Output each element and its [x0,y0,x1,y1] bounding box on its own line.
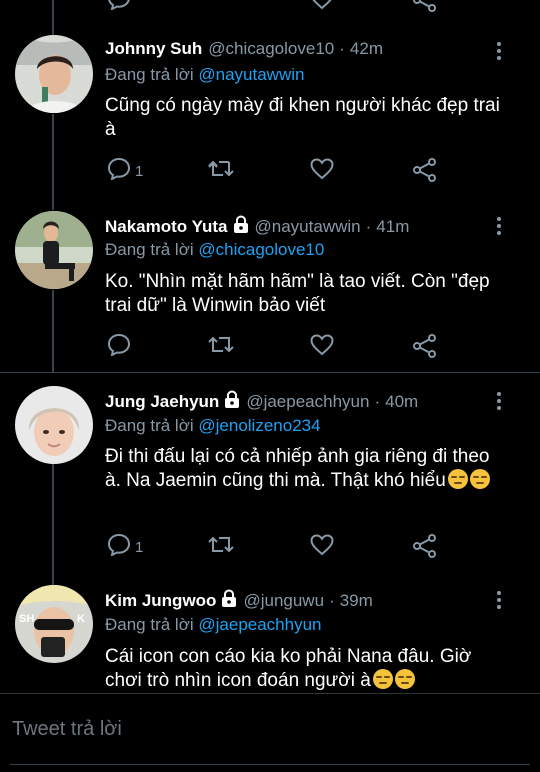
tweet-actions: 1 [0,533,540,564]
share-button[interactable] [412,158,438,187]
timestamp[interactable]: 39m [340,591,373,611]
share-icon[interactable] [412,0,438,12]
avatar[interactable] [15,211,93,289]
avatar-shirt-text: SH [19,613,34,625]
avatar[interactable] [15,386,93,464]
reply-button[interactable] [107,333,135,361]
replying-to: Đang trả lời @jenolizeno234 [105,416,321,436]
tweet-text: Cái icon con cáo kia ko phải Nana đâu. G… [105,646,472,691]
divider [0,372,540,373]
lock-icon [233,215,249,238]
mention-link[interactable]: @chicagolove10 [198,240,324,259]
tweet-actions [0,333,540,364]
previous-tweet-actions [0,0,540,12]
mention-link[interactable]: @jaepeachhyun [198,615,321,634]
replying-to: Đang trả lời @chicagolove10 [105,240,324,260]
timestamp[interactable]: 40m [385,392,418,412]
retweet-button[interactable] [207,334,235,361]
tweet-text-block: Đi thi đấu lại có cả nhiếp ảnh gia riêng… [105,445,505,493]
like-icon [310,334,334,361]
reply-button[interactable]: 1 [107,157,144,185]
separator-dot: · [329,590,335,610]
tweet-text: Ko. "Nhìn mặt hãm hãm" là tao viết. Còn … [105,271,490,316]
replying-to: Đang trả lời @nayutawwin [105,65,304,85]
display-name[interactable]: Kim Jungwoo [105,591,216,611]
display-name[interactable]: Nakamoto Yuta [105,217,228,237]
share-button[interactable] [412,334,438,363]
replying-to: Đang trả lời @jaepeachhyun [105,615,322,635]
user-handle[interactable]: @nayutawwin [255,217,361,237]
thread-line [52,0,54,36]
retweet-button[interactable] [207,158,235,185]
lock-icon [224,390,240,413]
display-name[interactable]: Johnny Suh [105,39,202,59]
avatar-shirt-text: K [77,613,85,625]
timestamp[interactable]: 41m [376,217,409,237]
like-icon [310,534,334,561]
avatar[interactable] [15,35,93,113]
like-button[interactable] [310,534,334,561]
smirk-emoji-icon [469,469,490,489]
share-icon [412,334,438,363]
replying-prefix: Đang trả lời [105,240,194,259]
like-button[interactable] [310,158,334,185]
tweet-text: Cũng có ngày mày đi khen người khác đẹp … [105,95,500,140]
replying-prefix: Đang trả lời [105,615,194,634]
lock-icon [221,589,237,612]
display-name[interactable]: Jung Jaehyun [105,392,219,412]
tweet-actions: 1 [0,157,540,188]
composer-underline [10,764,530,765]
share-button[interactable] [412,534,438,563]
avatar[interactable]: SH K [15,585,93,663]
tweet-text-block: Cái icon con cáo kia ko phải Nana đâu. G… [105,645,505,693]
reply-icon[interactable] [107,0,131,10]
timestamp[interactable]: 42m [350,39,383,59]
separator-dot: · [374,391,381,411]
share-icon [412,158,438,187]
reply-composer[interactable]: Tweet trả lời [0,693,540,772]
more-icon[interactable] [493,40,505,62]
mention-link[interactable]: @jenolizeno234 [198,416,320,435]
user-handle[interactable]: @jaepeachhyun [246,392,369,412]
mention-link[interactable]: @nayutawwin [198,65,304,84]
replying-prefix: Đang trả lời [105,65,194,84]
more-icon[interactable] [493,390,505,412]
retweet-icon [207,158,235,185]
user-handle[interactable]: @junguwu [243,591,324,611]
like-icon[interactable] [310,0,334,10]
like-icon [310,158,334,185]
thread-line [52,464,54,586]
reply-button[interactable]: 1 [107,533,144,561]
like-button[interactable] [310,334,334,361]
retweet-button[interactable] [207,534,235,561]
separator-dot: · [339,39,345,58]
smirk-emoji-icon [447,469,468,489]
more-icon[interactable] [493,215,505,237]
tweet-text: Đi thi đấu lại có cả nhiếp ảnh gia riêng… [105,446,490,491]
separator-dot: · [365,216,372,236]
user-handle[interactable]: @chicagolove10 [208,39,334,59]
retweet-icon [207,534,235,561]
reply-count: 1 [135,539,144,556]
unamused-emoji-icon [394,669,415,689]
retweet-icon [207,334,235,361]
reply-input[interactable]: Tweet trả lời [12,718,122,741]
replying-prefix: Đang trả lời [105,416,194,435]
share-icon [412,534,438,563]
more-icon[interactable] [493,589,505,611]
unamused-emoji-icon [372,669,393,689]
reply-icon [107,533,131,561]
reply-count: 1 [135,163,144,180]
reply-icon [107,157,131,185]
reply-icon [107,333,131,361]
